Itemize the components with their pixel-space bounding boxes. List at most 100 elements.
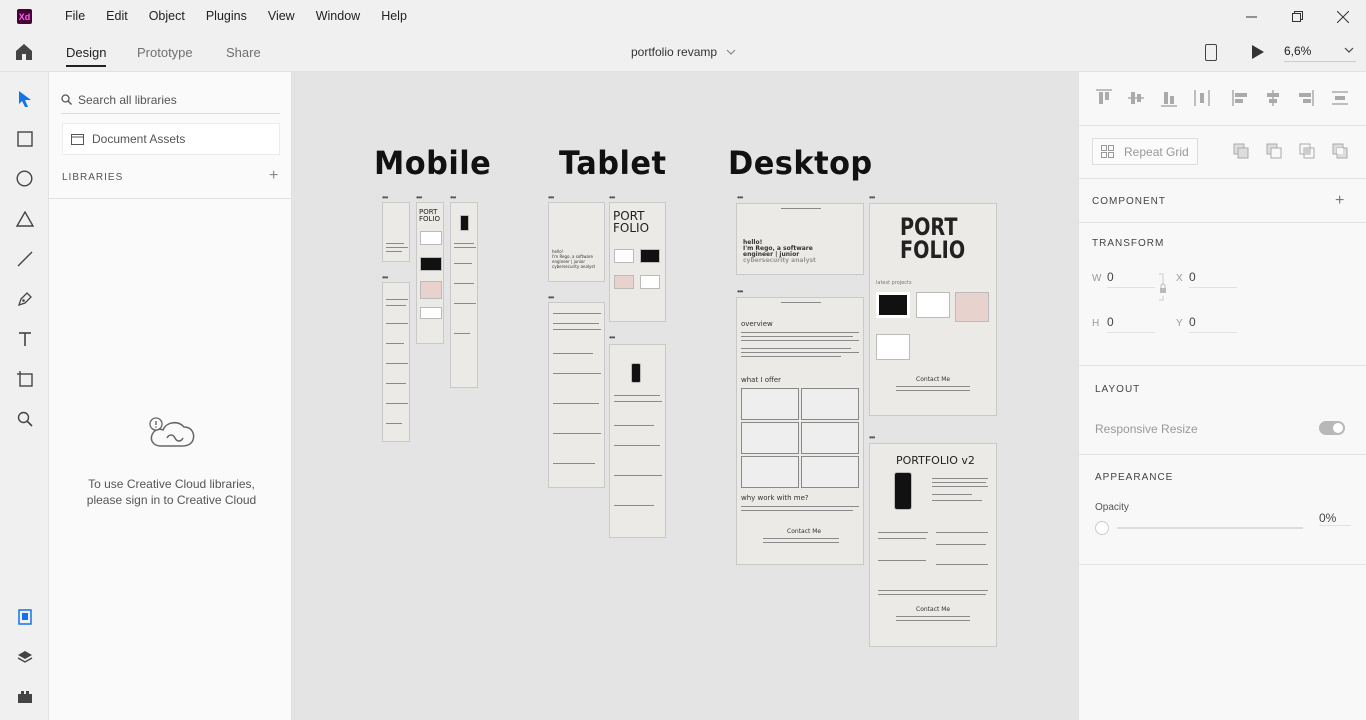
polygon-tool[interactable] bbox=[14, 208, 35, 229]
artboard-handle[interactable]: ••• bbox=[382, 194, 394, 202]
artboard-tool[interactable] bbox=[14, 368, 35, 389]
text-tool[interactable] bbox=[14, 328, 35, 349]
opacity-slider-handle[interactable] bbox=[1095, 521, 1109, 535]
chevron-down-icon[interactable] bbox=[726, 47, 736, 57]
layers-icon bbox=[17, 650, 32, 663]
align-right-icon[interactable] bbox=[1297, 88, 1315, 108]
width-field[interactable]: 0 bbox=[1107, 270, 1155, 288]
zoom-chevron-icon[interactable] bbox=[1344, 45, 1354, 55]
tab-share[interactable]: Share bbox=[226, 33, 261, 72]
line-tool[interactable] bbox=[14, 248, 35, 269]
plugins-panel-button[interactable] bbox=[14, 686, 35, 707]
props-divider bbox=[1079, 125, 1366, 126]
menu-view[interactable]: View bbox=[260, 0, 303, 33]
subtract-boolean-icon[interactable] bbox=[1266, 143, 1282, 159]
add-boolean-icon[interactable] bbox=[1233, 143, 1249, 159]
menu-file[interactable]: File bbox=[57, 0, 93, 33]
artboard-mobile-portfolio-v2[interactable] bbox=[450, 202, 478, 388]
menu-edit[interactable]: Edit bbox=[98, 0, 136, 33]
artboard-handle[interactable]: ••• bbox=[869, 194, 881, 202]
artboard-desktop-portfolio[interactable]: PORT FOLIO latest projects Contact Me bbox=[869, 203, 997, 416]
opacity-label: Opacity bbox=[1095, 502, 1129, 513]
component-section-label: COMPONENT bbox=[1092, 196, 1166, 207]
menu-help[interactable]: Help bbox=[373, 0, 415, 33]
repeat-grid-button[interactable]: Repeat Grid bbox=[1092, 138, 1198, 165]
maximize-button[interactable] bbox=[1274, 0, 1320, 33]
align-middle-icon[interactable] bbox=[1127, 88, 1145, 108]
distribute-vertical-icon[interactable] bbox=[1331, 88, 1349, 108]
responsive-resize-toggle[interactable] bbox=[1319, 421, 1345, 435]
opacity-field[interactable]: 0% bbox=[1319, 511, 1351, 526]
x-label: X bbox=[1176, 273, 1183, 284]
artboard-handle[interactable]: ••• bbox=[737, 194, 749, 202]
artboard-tablet-home[interactable]: hello! I'm Rego, a software engineer | j… bbox=[548, 202, 605, 282]
text-icon bbox=[18, 331, 31, 346]
artboard-handle[interactable]: ••• bbox=[869, 434, 881, 442]
menu-object[interactable]: Object bbox=[141, 0, 193, 33]
layers-panel-button[interactable] bbox=[14, 646, 35, 667]
play-icon[interactable] bbox=[1252, 45, 1264, 59]
select-tool[interactable] bbox=[14, 88, 35, 109]
artboard-handle[interactable]: ••• bbox=[609, 334, 621, 342]
artboard-handle[interactable]: ••• bbox=[737, 288, 749, 296]
device-preview-icon[interactable] bbox=[1205, 44, 1217, 61]
artboard-desktop-portfolio-v2[interactable]: PORTFOLIO v2 Contact Me bbox=[869, 443, 997, 647]
artboard-handle[interactable]: ••• bbox=[609, 194, 621, 202]
artboard-mobile-home[interactable] bbox=[382, 202, 410, 262]
rectangle-tool[interactable] bbox=[14, 128, 35, 149]
home-button[interactable] bbox=[14, 42, 34, 62]
props-divider bbox=[1079, 454, 1366, 455]
home-icon bbox=[16, 44, 32, 60]
add-component-button[interactable]: + bbox=[1335, 192, 1344, 210]
artboard-mobile-portfolio[interactable]: PORT FOLIO bbox=[416, 202, 444, 344]
close-icon bbox=[1337, 10, 1349, 23]
x-field[interactable]: 0 bbox=[1189, 270, 1237, 288]
artboard-handle[interactable]: ••• bbox=[416, 194, 428, 202]
creative-cloud-icon bbox=[149, 417, 195, 447]
libraries-panel-button[interactable] bbox=[14, 606, 35, 627]
library-search-input[interactable] bbox=[78, 92, 268, 107]
add-library-button[interactable]: + bbox=[269, 167, 278, 185]
artboard-handle[interactable]: ••• bbox=[382, 274, 394, 282]
library-search[interactable] bbox=[61, 86, 280, 114]
align-bottom-icon[interactable] bbox=[1160, 88, 1178, 108]
appearance-section-label: APPEARANCE bbox=[1095, 472, 1174, 483]
zoom-tool[interactable] bbox=[14, 408, 35, 429]
align-top-icon[interactable] bbox=[1095, 88, 1113, 108]
align-center-icon[interactable] bbox=[1264, 88, 1282, 108]
minimize-button[interactable] bbox=[1228, 0, 1274, 33]
section-title-desktop: Desktop bbox=[728, 144, 873, 182]
y-label: Y bbox=[1176, 318, 1183, 329]
minimize-icon bbox=[1245, 16, 1257, 18]
artboard-desktop-overview[interactable]: overview what I offer why work with me? … bbox=[736, 297, 864, 565]
distribute-horizontal-icon[interactable] bbox=[1193, 88, 1211, 108]
artboard-tablet-portfolio[interactable]: PORT FOLIO bbox=[609, 202, 666, 322]
height-field[interactable]: 0 bbox=[1107, 315, 1155, 333]
menu-plugins[interactable]: Plugins bbox=[198, 0, 255, 33]
artboard-handle[interactable]: ••• bbox=[548, 294, 560, 302]
artboard-desktop-home[interactable]: hello! I'm Rego, a software engineer | j… bbox=[736, 203, 864, 275]
opacity-slider-track[interactable] bbox=[1117, 527, 1303, 529]
tab-prototype[interactable]: Prototype bbox=[137, 33, 193, 72]
design-canvas[interactable]: Mobile Tablet Desktop ••• ••• PORT FOLIO… bbox=[292, 72, 1078, 720]
document-title[interactable]: portfolio revamp bbox=[631, 33, 717, 72]
artboard-mobile-overview[interactable] bbox=[382, 282, 410, 442]
ellipse-tool[interactable] bbox=[14, 168, 35, 189]
intersect-boolean-icon[interactable] bbox=[1299, 143, 1315, 159]
align-left-icon[interactable] bbox=[1231, 88, 1249, 108]
artboard-tablet-portfolio-v2[interactable] bbox=[609, 344, 666, 538]
document-assets-item[interactable]: Document Assets bbox=[62, 123, 280, 155]
artboard-handle[interactable]: ••• bbox=[450, 194, 462, 202]
pen-tool[interactable] bbox=[14, 288, 35, 309]
tab-design[interactable]: Design bbox=[66, 33, 107, 72]
y-field[interactable]: 0 bbox=[1189, 315, 1237, 333]
close-button[interactable] bbox=[1320, 0, 1366, 33]
artboard-handle[interactable]: ••• bbox=[548, 194, 560, 202]
menu-window[interactable]: Window bbox=[308, 0, 368, 33]
props-divider bbox=[1079, 365, 1366, 366]
artboard-tablet-overview[interactable] bbox=[548, 302, 605, 488]
exclude-boolean-icon[interactable] bbox=[1332, 143, 1348, 159]
responsive-resize-label: Responsive Resize bbox=[1095, 422, 1198, 436]
lock-aspect-icon[interactable] bbox=[1159, 272, 1167, 302]
layout-section-label: LAYOUT bbox=[1095, 384, 1141, 395]
